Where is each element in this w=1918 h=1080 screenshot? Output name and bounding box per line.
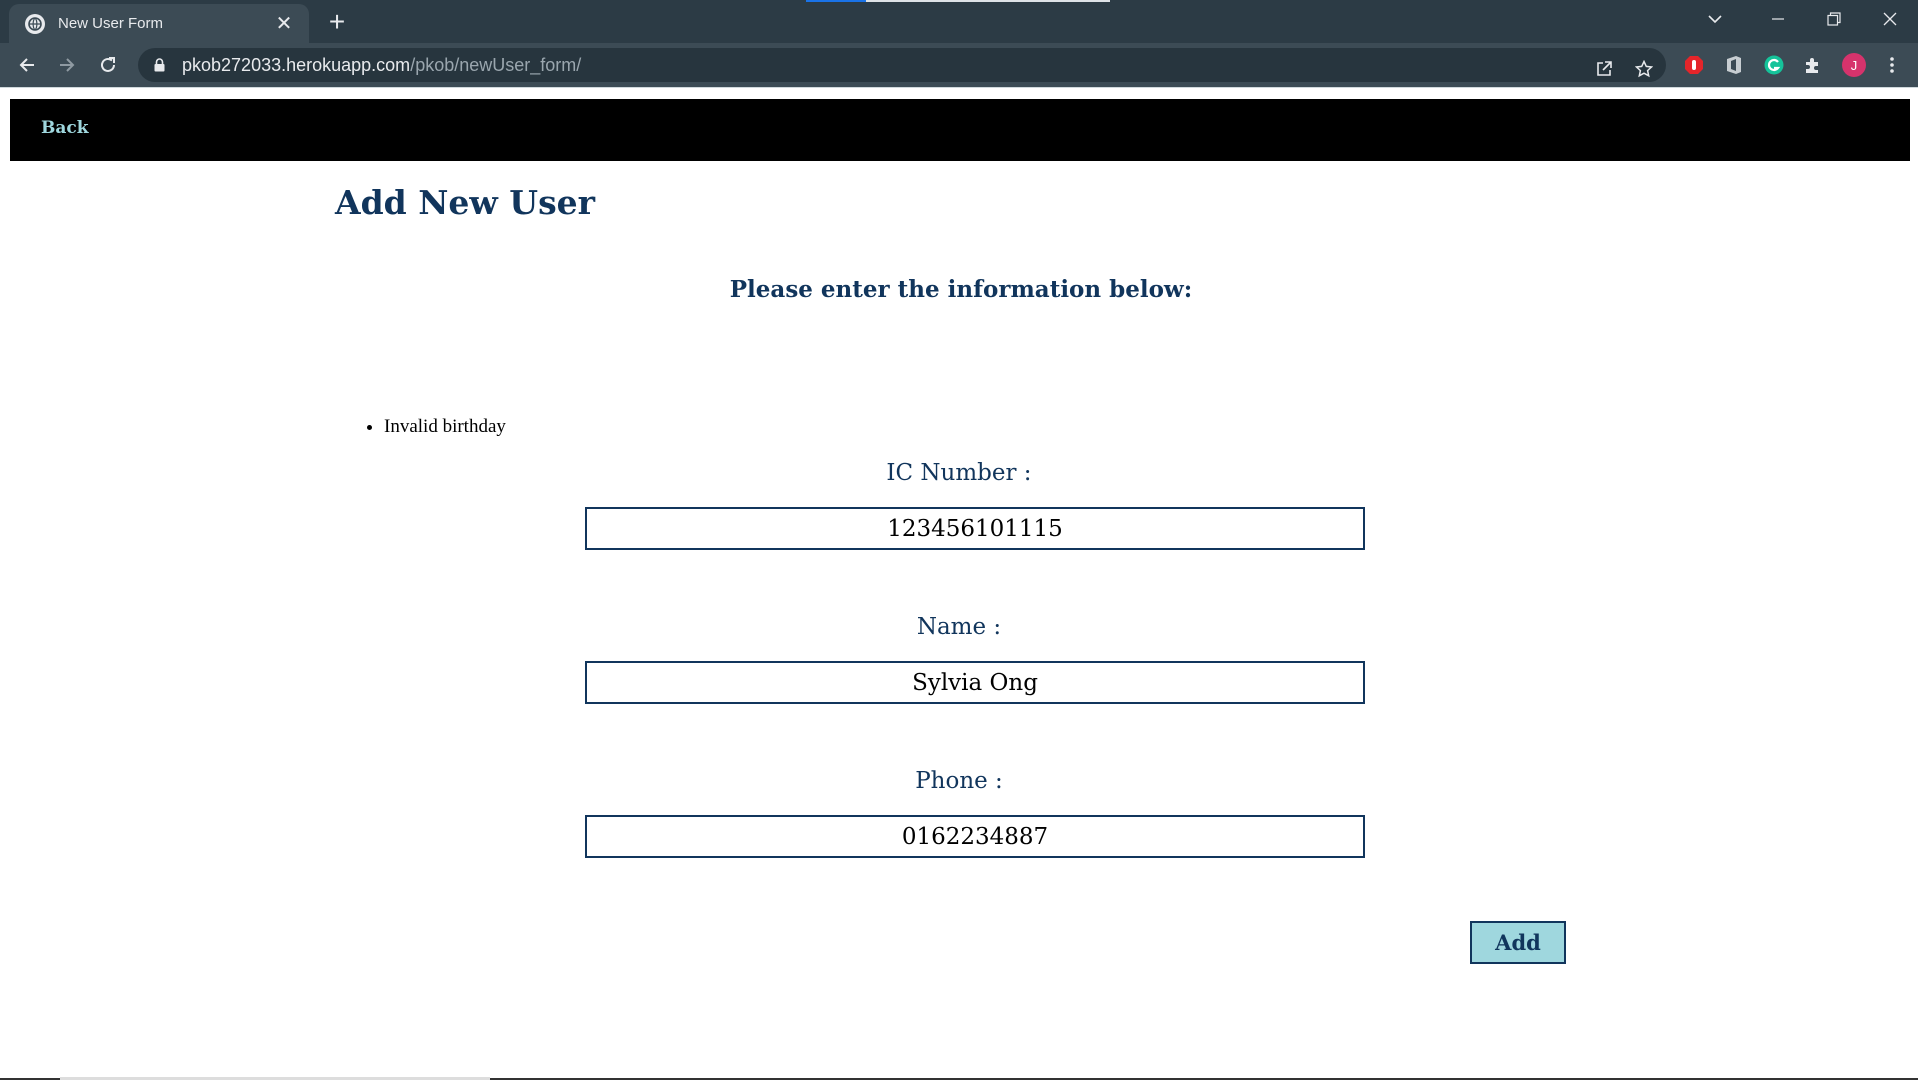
phone-input[interactable] — [585, 815, 1365, 858]
profile-avatar[interactable]: J — [1842, 53, 1866, 77]
reload-icon[interactable] — [93, 50, 123, 80]
minimize-icon[interactable] — [1750, 0, 1806, 38]
profile-initial: J — [1842, 53, 1866, 77]
forward-arrow-icon[interactable] — [52, 50, 82, 80]
name-label: Name : — [916, 614, 1002, 640]
close-window-icon[interactable] — [1862, 0, 1918, 38]
ic-number-label: IC Number : — [886, 460, 1032, 486]
top-navbar: Back — [10, 99, 1910, 161]
browser-tab[interactable]: New User Form ✕ — [9, 4, 309, 43]
back-link[interactable]: Back — [41, 118, 89, 138]
add-button[interactable]: Add — [1470, 921, 1566, 964]
ic-number-input[interactable] — [585, 507, 1365, 550]
kebab-menu-icon[interactable] — [1880, 53, 1904, 77]
extensions-puzzle-icon[interactable] — [1801, 53, 1825, 77]
browser-tab-bar: New User Form ✕ + — [0, 0, 1918, 43]
adblock-extension-icon[interactable] — [1682, 53, 1706, 77]
form-instructions: Please enter the information below: — [729, 276, 1193, 303]
new-tab-button[interactable]: + — [322, 8, 352, 36]
page-viewport: Back Add New User Please enter the infor… — [0, 88, 1918, 1080]
back-arrow-icon[interactable] — [12, 50, 42, 80]
tab-search-chevron-icon[interactable] — [1702, 8, 1728, 30]
lock-icon[interactable] — [152, 57, 166, 73]
address-bar[interactable]: pkob272033.herokuapp.com/pkob/newUser_fo… — [138, 48, 1666, 82]
loading-indicator — [806, 0, 1110, 2]
error-list: Invalid birthday — [384, 416, 506, 438]
name-input[interactable] — [585, 661, 1365, 704]
bookmark-star-icon[interactable] — [1632, 57, 1656, 81]
globe-icon — [25, 13, 45, 34]
browser-toolbar: pkob272033.herokuapp.com/pkob/newUser_fo… — [0, 43, 1918, 87]
url-path: /pkob/newUser_form/ — [410, 54, 582, 75]
tab-title: New User Form — [58, 15, 164, 32]
url-host: pkob272033.herokuapp.com — [182, 54, 411, 75]
page-title: Add New User — [335, 183, 596, 222]
tab-close-icon[interactable]: ✕ — [273, 13, 295, 35]
restore-icon[interactable] — [1806, 0, 1862, 38]
office-extension-icon[interactable] — [1722, 53, 1746, 77]
grammarly-icon[interactable] — [1762, 53, 1786, 77]
error-message: Invalid birthday — [384, 416, 506, 438]
share-icon[interactable] — [1592, 57, 1616, 81]
phone-label: Phone : — [915, 768, 1003, 794]
